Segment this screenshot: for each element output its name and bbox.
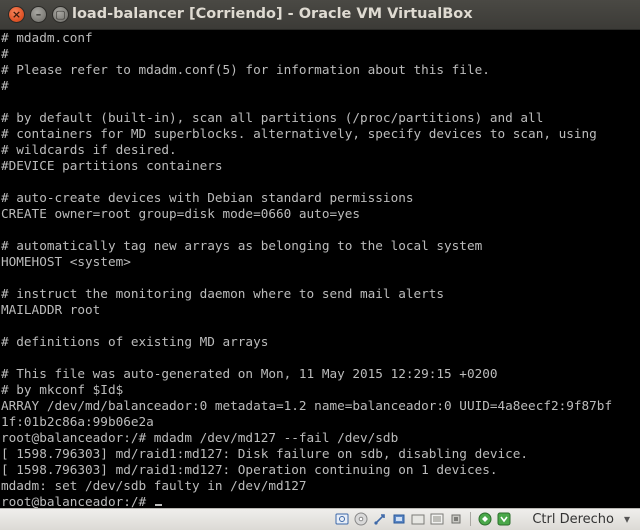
console-line: CREATE owner=root group=disk mode=0660 a… xyxy=(1,206,361,221)
console-line: # xyxy=(1,78,9,93)
console-line: # by default (built-in), scan all partit… xyxy=(1,110,544,125)
console-line: # xyxy=(1,46,9,61)
console-line: mdadm: set /dev/sdb faulty in /dev/md127 xyxy=(1,478,307,493)
console-line: # containers for MD superblocks. alterna… xyxy=(1,126,597,141)
device-icons xyxy=(334,511,512,527)
host-key-label[interactable]: Ctrl Derecho xyxy=(532,512,614,527)
console-line: HOMEHOST <system> xyxy=(1,254,131,269)
console-line: # automatically tag new arrays as belong… xyxy=(1,238,483,253)
console-prompt-line[interactable]: root@balanceador:/# xyxy=(1,494,640,508)
keyboard-capture-icon[interactable] xyxy=(496,511,512,527)
console-line: # auto-create devices with Debian standa… xyxy=(1,190,414,205)
console-line: #DEVICE partitions containers xyxy=(1,158,223,173)
console-line: [ 1598.796303] md/raid1:md127: Operation… xyxy=(1,462,498,477)
window-title: load-balancer [Corriendo] - Oracle VM Vi… xyxy=(72,6,473,22)
minimize-button[interactable]: – xyxy=(30,6,47,23)
console-prompt: root@balanceador:/# xyxy=(1,494,154,508)
usb-icon[interactable] xyxy=(372,511,388,527)
console-line: # mdadm.conf xyxy=(1,30,93,45)
hard-disk-icon[interactable] xyxy=(334,511,350,527)
video-capture-icon[interactable] xyxy=(429,511,445,527)
vm-console-screen[interactable]: # mdadm.conf # # Please refer to mdadm.c… xyxy=(0,30,640,508)
console-line: ARRAY /dev/md/balanceador:0 metadata=1.2… xyxy=(1,398,613,413)
window-controls: × – ▢ xyxy=(8,6,69,23)
console-line: # wildcards if desired. xyxy=(1,142,177,157)
console-line: # by mkconf $Id$ xyxy=(1,382,124,397)
console-line: root@balanceador:/# mdadm /dev/md127 --f… xyxy=(1,430,399,445)
network-icon[interactable] xyxy=(477,511,493,527)
console-line: # Please refer to mdadm.conf(5) for info… xyxy=(1,62,490,77)
optical-disc-icon[interactable] xyxy=(353,511,369,527)
display-icon[interactable] xyxy=(410,511,426,527)
shared-folder-icon[interactable] xyxy=(391,511,407,527)
console-line: # instruct the monitoring daemon where t… xyxy=(1,286,445,301)
text-cursor xyxy=(154,504,162,506)
maximize-button[interactable]: ▢ xyxy=(52,6,69,23)
status-divider xyxy=(470,512,471,526)
vm-status-bar: Ctrl Derecho ▾ xyxy=(0,508,640,530)
console-line: MAILADDR root xyxy=(1,302,101,317)
console-line: # This file was auto-generated on Mon, 1… xyxy=(1,366,498,381)
console-line: 1f:01b2c86a:99b06e2a xyxy=(1,414,154,429)
close-button[interactable]: × xyxy=(8,6,25,23)
cpu-icon[interactable] xyxy=(448,511,464,527)
console-line: # definitions of existing MD arrays xyxy=(1,334,269,349)
console-line: [ 1598.796303] md/raid1:md127: Disk fail… xyxy=(1,446,529,461)
chevron-down-icon[interactable]: ▾ xyxy=(624,512,630,526)
window-titlebar: × – ▢ load-balancer [Corriendo] - Oracle… xyxy=(0,0,640,30)
